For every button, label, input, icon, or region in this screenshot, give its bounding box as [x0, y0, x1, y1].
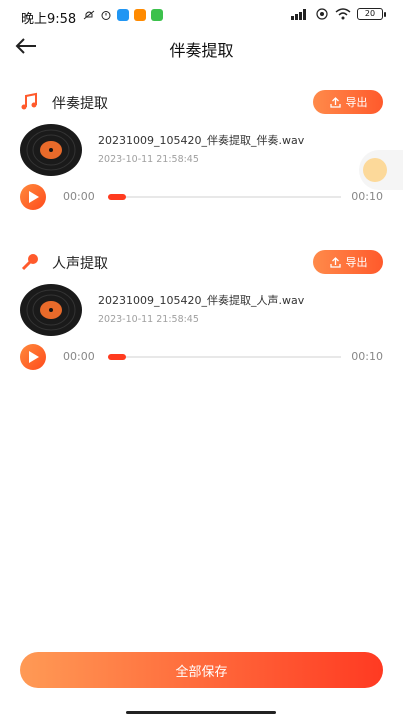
- upload-icon: [329, 96, 341, 108]
- progress-thumb[interactable]: [108, 354, 126, 360]
- status-bar: 晚上9:58 20: [0, 0, 403, 32]
- play-button[interactable]: [20, 184, 46, 210]
- play-icon: [29, 351, 39, 363]
- signal-icon: [291, 8, 306, 20]
- accompaniment-section: 伴奏提取 导出 20231009_105420_伴奏提取_伴奏.wav 2023…: [20, 90, 383, 210]
- microphone-icon: [21, 254, 38, 271]
- status-system-icons: 20: [291, 8, 386, 20]
- audio-file-row[interactable]: 20231009_105420_伴奏提取_伴奏.wav 2023-10-11 2…: [20, 124, 383, 178]
- page-header: 伴奏提取: [0, 32, 403, 62]
- play-button[interactable]: [20, 344, 46, 370]
- audio-player: 00:00 00:10: [20, 344, 383, 370]
- status-notification-icons: [83, 9, 163, 21]
- wifi-icon: [335, 8, 351, 20]
- section-title: 人声提取: [52, 256, 108, 272]
- status-time: 晚上9:58: [21, 12, 77, 27]
- upload-icon: [329, 256, 341, 268]
- section-header: 伴奏提取 导出: [20, 90, 383, 116]
- current-time: 00:00: [63, 190, 95, 203]
- hotspot-icon: [316, 8, 328, 20]
- app-notification-icon-2: [134, 9, 146, 21]
- pin-icon: [363, 158, 387, 182]
- file-date: 2023-10-11 21:58:45: [98, 314, 199, 325]
- progress-slider[interactable]: [108, 194, 341, 200]
- audio-player: 00:00 00:10: [20, 184, 383, 210]
- file-name: 20231009_105420_伴奏提取_伴奏.wav: [98, 134, 305, 147]
- vocal-section: 人声提取 导出 20231009_105420_伴奏提取_人声.wav 2023…: [20, 250, 383, 370]
- vinyl-disc-icon: [20, 124, 82, 176]
- music-note-icon: [21, 92, 37, 110]
- total-time: 00:10: [351, 350, 383, 363]
- alarm-icon: [101, 11, 111, 20]
- floating-assist-button[interactable]: [359, 150, 403, 190]
- file-name: 20231009_105420_伴奏提取_人声.wav: [98, 294, 305, 307]
- page-title: 伴奏提取: [169, 41, 234, 60]
- export-button[interactable]: 导出: [313, 90, 383, 114]
- file-date: 2023-10-11 21:58:45: [98, 154, 199, 165]
- vinyl-disc-icon: [20, 284, 82, 336]
- current-time: 00:00: [63, 350, 95, 363]
- home-indicator[interactable]: [126, 711, 276, 714]
- bell-mute-icon: [83, 10, 95, 20]
- section-title: 伴奏提取: [52, 96, 108, 112]
- progress-thumb[interactable]: [108, 194, 126, 200]
- app-notification-icon-1: [117, 9, 129, 21]
- export-button[interactable]: 导出: [313, 250, 383, 274]
- export-label: 导出: [345, 96, 368, 109]
- export-label: 导出: [345, 256, 368, 269]
- battery-icon: 20: [357, 8, 386, 20]
- section-header: 人声提取 导出: [20, 250, 383, 276]
- audio-file-row[interactable]: 20231009_105420_伴奏提取_人声.wav 2023-10-11 2…: [20, 284, 383, 338]
- save-all-button[interactable]: 全部保存: [20, 652, 383, 688]
- app-notification-icon-3: [151, 9, 163, 21]
- total-time: 00:10: [351, 190, 383, 203]
- play-icon: [29, 191, 39, 203]
- progress-slider[interactable]: [108, 354, 341, 360]
